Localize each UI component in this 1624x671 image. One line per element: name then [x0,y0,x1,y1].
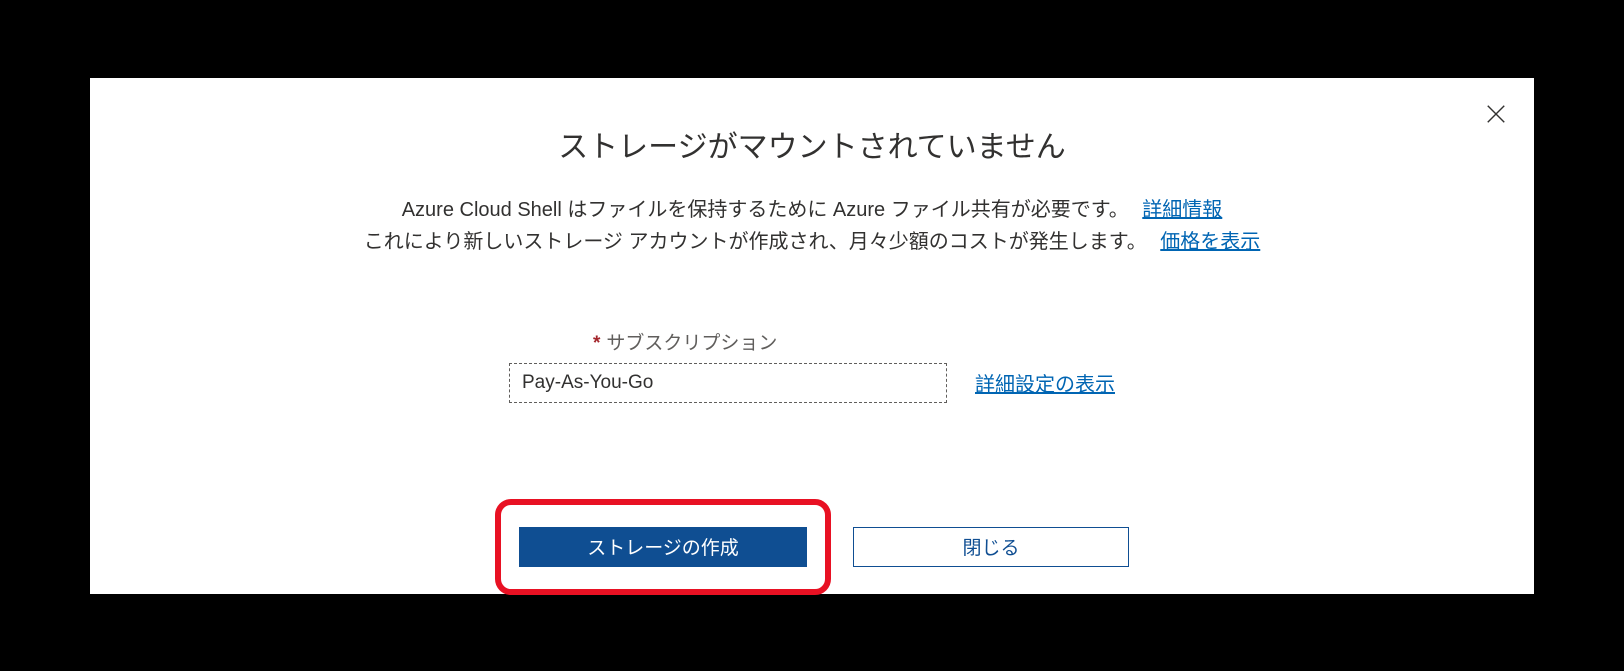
storage-mount-dialog: ストレージがマウントされていません Azure Cloud Shell はファイ… [90,78,1534,594]
description-text-1: Azure Cloud Shell はファイルを保持するために Azure ファ… [402,199,1129,221]
subscription-input-row: Pay-As-You-Go 詳細設定の表示 [509,363,1115,403]
subscription-form: * サブスクリプション Pay-As-You-Go 詳細設定の表示 [90,328,1534,403]
advanced-settings-link[interactable]: 詳細設定の表示 [975,368,1115,397]
subscription-label-row: * サブスクリプション [593,328,1031,355]
description-line-2: これにより新しいストレージ アカウントが作成され、月々少額のコストが発生します。… [90,226,1534,258]
subscription-value: Pay-As-You-Go [522,372,653,394]
close-icon[interactable] [1482,100,1510,128]
dialog-title: ストレージがマウントされていません [90,122,1534,166]
description-line-1: Azure Cloud Shell はファイルを保持するために Azure ファ… [90,194,1534,226]
description-text-2: これにより新しいストレージ アカウントが作成され、月々少額のコストが発生します。 [364,231,1147,253]
create-storage-button[interactable]: ストレージの作成 [519,527,807,567]
subscription-label: サブスクリプション [606,333,777,354]
close-button-wrap: 閉じる [853,499,1129,595]
close-button[interactable]: 閉じる [853,527,1129,567]
create-storage-highlight: ストレージの作成 [495,499,831,595]
required-mark: * [593,333,600,354]
subscription-select[interactable]: Pay-As-You-Go [509,363,947,403]
dialog-description: Azure Cloud Shell はファイルを保持するために Azure ファ… [90,194,1534,258]
pricing-link[interactable]: 価格を表示 [1160,231,1260,253]
dialog-buttons: ストレージの作成 閉じる [90,499,1534,595]
learn-more-link[interactable]: 詳細情報 [1142,199,1222,221]
